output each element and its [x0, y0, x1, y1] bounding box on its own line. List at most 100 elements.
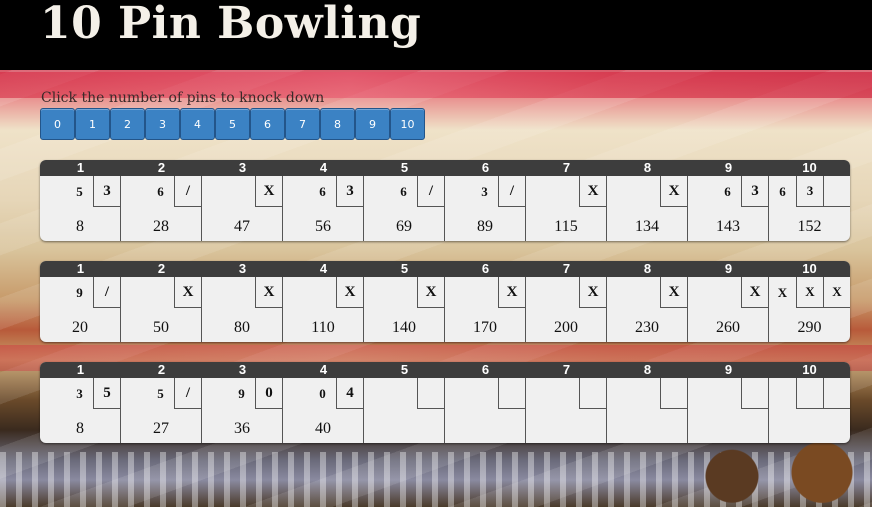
roll-box: 6 — [724, 183, 731, 199]
roll-box — [823, 176, 850, 207]
frame-4: 6 3 56 — [283, 176, 364, 241]
pin-button-0[interactable]: 0 — [40, 108, 75, 140]
pin-button-3[interactable]: 3 — [145, 108, 180, 140]
pin-button-9[interactable]: 9 — [355, 108, 390, 140]
roll-box — [228, 277, 255, 308]
frame-6: 3 / 89 — [445, 176, 526, 241]
roll-box — [714, 378, 741, 409]
frame-score: 290 — [797, 319, 822, 336]
frame-score: 140 — [392, 319, 416, 336]
frame-score: 134 — [635, 218, 659, 235]
frame-4: 0 4 40 — [283, 378, 364, 443]
frame-number: 1 — [76, 160, 85, 175]
roll-box — [660, 378, 687, 409]
roll-box: X — [796, 277, 823, 308]
roll-box — [741, 378, 768, 409]
frame-header-row: 1 2 3 4 5 6 7 8 9 10 — [40, 261, 850, 277]
roll-box — [714, 277, 741, 308]
frame-number: 8 — [643, 362, 652, 377]
roll-box: 3 — [93, 176, 120, 207]
roll-box: 3 — [336, 176, 363, 207]
frame-7: X 115 — [526, 176, 607, 241]
frame-score: 8 — [76, 420, 84, 437]
frame-number: 2 — [157, 362, 166, 377]
roll-box: X — [255, 176, 282, 207]
roll-box — [633, 277, 660, 308]
frame-7: X 200 — [526, 277, 607, 342]
roll-box — [309, 277, 336, 308]
frame-10: 6 3 152 — [769, 176, 850, 241]
frame-9 — [688, 378, 769, 443]
roll-box — [228, 176, 255, 207]
roll-box — [147, 277, 174, 308]
pin-button-1[interactable]: 1 — [75, 108, 110, 140]
roll-box — [390, 378, 417, 409]
frame-score: 56 — [315, 218, 331, 235]
frame-number: 9 — [724, 160, 733, 175]
roll-box — [633, 378, 660, 409]
frame-score: 170 — [473, 319, 497, 336]
roll-box: / — [498, 176, 525, 207]
roll-box — [498, 378, 525, 409]
roll-box: / — [174, 176, 201, 207]
pin-button-4[interactable]: 4 — [180, 108, 215, 140]
pin-button-6[interactable]: 6 — [250, 108, 285, 140]
roll-box: 9 — [238, 385, 245, 401]
pin-button-5[interactable]: 5 — [215, 108, 250, 140]
frame-number: 9 — [724, 261, 733, 276]
frame-score: 27 — [153, 420, 169, 437]
roll-box: 0 — [319, 385, 326, 401]
pin-button-8[interactable]: 8 — [320, 108, 355, 140]
frame-number: 8 — [643, 160, 652, 175]
roll-box — [769, 378, 796, 409]
roll-box: 0 — [255, 378, 282, 409]
page-header: 10 Pin Bowling — [0, 0, 872, 70]
frame-number: 9 — [724, 362, 733, 377]
roll-box: 4 — [336, 378, 363, 409]
roll-box: 5 — [157, 385, 164, 401]
roll-box — [471, 378, 498, 409]
frame-header-row: 1 2 3 4 5 6 7 8 9 10 — [40, 362, 850, 378]
frame-number: 4 — [319, 261, 328, 276]
roll-box: 6 — [779, 183, 786, 199]
roll-box: X — [660, 176, 687, 207]
roll-box: 6 — [157, 183, 164, 199]
frame-number: 7 — [562, 160, 571, 175]
roll-box: X — [336, 277, 363, 308]
roll-box — [796, 378, 823, 409]
frame-2: 5 / 27 — [121, 378, 202, 443]
roll-box: X — [417, 277, 444, 308]
frame-number: 3 — [238, 362, 247, 377]
frame-number: 6 — [481, 261, 490, 276]
frame-number: 10 — [802, 160, 817, 175]
frame-5: X 140 — [364, 277, 445, 342]
instructions-text: Click the number of pins to knock down — [41, 90, 325, 106]
roll-box — [552, 277, 579, 308]
page-title: 10 Pin Bowling — [40, 0, 422, 49]
frame-number: 1 — [76, 261, 85, 276]
frame-4: X 110 — [283, 277, 364, 342]
roll-box: 9 — [76, 284, 83, 300]
roll-box: 3 — [741, 176, 768, 207]
frame-number: 2 — [157, 261, 166, 276]
roll-box — [417, 378, 444, 409]
roll-box: X — [579, 277, 606, 308]
frame-number: 4 — [319, 160, 328, 175]
roll-box: X — [777, 284, 788, 300]
roll-box — [823, 378, 850, 409]
pin-button-2[interactable]: 2 — [110, 108, 145, 140]
pin-button-10[interactable]: 10 — [390, 108, 425, 140]
frame-8: X 134 — [607, 176, 688, 241]
frame-score: 89 — [477, 218, 493, 235]
frame-number: 7 — [562, 261, 571, 276]
frame-5: 6 / 69 — [364, 176, 445, 241]
roll-box: 5 — [76, 183, 83, 199]
frame-2: X 50 — [121, 277, 202, 342]
frame-number: 5 — [400, 160, 409, 175]
pin-button-7[interactable]: 7 — [285, 108, 320, 140]
frame-score: 230 — [635, 319, 659, 336]
roll-box: 5 — [93, 378, 120, 409]
frame-score: 69 — [396, 218, 412, 235]
frame-number: 1 — [76, 362, 85, 377]
frame-score: 143 — [716, 218, 740, 235]
